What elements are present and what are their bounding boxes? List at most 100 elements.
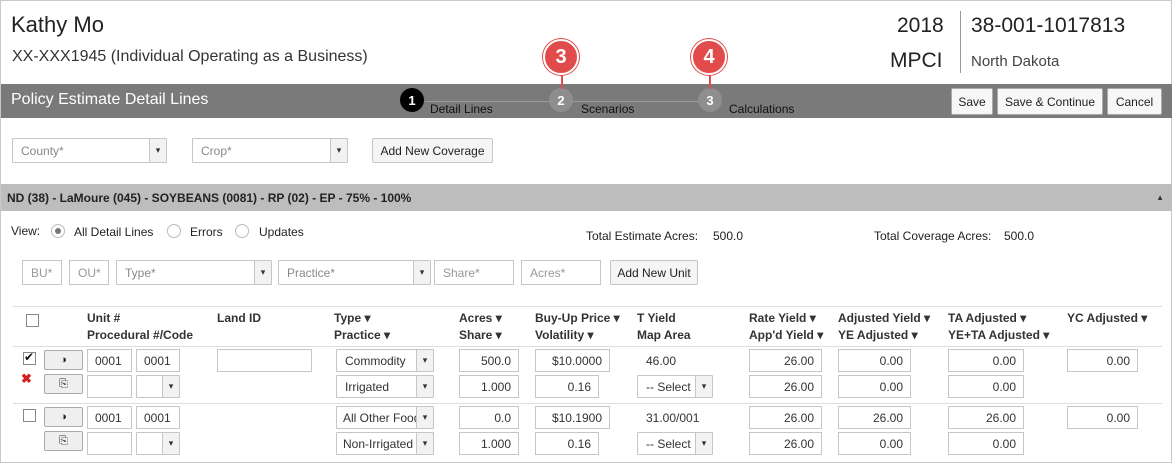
chevron-down-icon: ▾ — [254, 261, 271, 284]
unit-number-field[interactable]: 0001 — [87, 349, 132, 372]
buyup-price-field[interactable]: $10.1900 — [535, 406, 610, 429]
radio-all-detail-lines[interactable] — [51, 224, 65, 238]
bu-input[interactable]: BU* — [22, 260, 62, 285]
row-checkbox[interactable] — [23, 409, 36, 422]
collapse-icon[interactable]: ▲ — [1156, 193, 1164, 202]
chevron-down-icon: ▾ — [330, 139, 347, 162]
step-2-badge[interactable]: 2 — [549, 88, 573, 112]
step-1-label[interactable]: Detail Lines — [430, 102, 493, 116]
select-all-checkbox[interactable] — [26, 314, 39, 327]
crop-select[interactable]: Crop* ▾ — [192, 138, 348, 163]
yc-adjusted-field[interactable]: 0.00 — [1067, 349, 1138, 372]
ye-ta-adjusted-field[interactable]: 0.00 — [948, 375, 1024, 398]
col-practice[interactable]: Practice ▾ — [334, 328, 390, 342]
practice-filter-select[interactable]: Practice* ▾ — [278, 260, 431, 285]
total-estimate-value: 500.0 — [713, 229, 744, 243]
procedural-field[interactable] — [87, 375, 132, 398]
rate-yield-field[interactable]: 26.00 — [749, 406, 822, 429]
cancel-button[interactable]: Cancel — [1107, 88, 1162, 115]
ye-ta-adjusted-field[interactable]: 0.00 — [948, 432, 1024, 455]
map-area-select[interactable]: -- Select ▾ — [637, 375, 713, 398]
practice-value: Irrigated — [345, 380, 390, 394]
col-share[interactable]: Share ▾ — [459, 328, 502, 342]
customer-id-line: XX-XXX1945 (Individual Operating as a Bu… — [12, 48, 368, 65]
volatility-field[interactable]: 0.16 — [535, 375, 599, 398]
row-checkbox[interactable] — [23, 350, 36, 365]
ta-adjusted-field[interactable]: 26.00 — [948, 406, 1024, 429]
unit-number-field-2[interactable]: 0001 — [136, 349, 180, 372]
type-filter-select[interactable]: Type* ▾ — [116, 260, 272, 285]
unit-number-field-2[interactable]: 0001 — [136, 406, 180, 429]
step-3-label[interactable]: Calculations — [729, 102, 794, 116]
contrast-icon[interactable]: ◑ — [44, 350, 83, 370]
procedural-code-select[interactable]: ▾ — [136, 432, 180, 455]
land-id-field[interactable] — [217, 349, 312, 372]
type-select[interactable]: Commodity ▾ — [336, 349, 434, 372]
procedural-field[interactable] — [87, 432, 132, 455]
save-button[interactable]: Save — [951, 88, 993, 115]
acres-field[interactable]: 500.0 — [459, 349, 519, 372]
col-adjusted-yield[interactable]: Adjusted Yield ▾ — [838, 311, 930, 325]
col-rate-yield[interactable]: Rate Yield ▾ — [749, 311, 816, 325]
add-new-coverage-button[interactable]: Add New Coverage — [372, 138, 493, 163]
step-3-badge[interactable]: 3 — [698, 88, 722, 112]
chevron-down-icon: ▾ — [416, 407, 433, 428]
radio-all-label: All Detail Lines — [74, 225, 154, 239]
crop-placeholder: Crop* — [201, 144, 232, 158]
copy-icon[interactable]: ⎘ — [44, 431, 83, 451]
page-title: Policy Estimate Detail Lines — [11, 91, 209, 108]
col-buyup-price[interactable]: Buy-Up Price ▾ — [535, 311, 620, 325]
adjusted-yield-field[interactable]: 26.00 — [838, 406, 911, 429]
save-continue-button[interactable]: Save & Continue — [997, 88, 1103, 115]
buyup-price-field[interactable]: $10.0000 — [535, 349, 610, 372]
appd-yield-field[interactable]: 26.00 — [749, 432, 822, 455]
share-input[interactable]: Share* — [434, 260, 514, 285]
col-ye-adjusted[interactable]: YE Adjusted ▾ — [838, 328, 918, 342]
type-select[interactable]: All Other Food ▾ — [336, 406, 434, 429]
total-coverage-value: 500.0 — [1004, 229, 1035, 243]
share-field[interactable]: 1.000 — [459, 375, 519, 398]
appd-yield-field[interactable]: 26.00 — [749, 375, 822, 398]
adjusted-yield-field[interactable]: 0.00 — [838, 349, 911, 372]
map-area-select[interactable]: -- Select ▾ — [637, 432, 713, 455]
contrast-icon[interactable]: ◑ — [44, 407, 83, 427]
acres-input[interactable]: Acres* — [521, 260, 601, 285]
col-type[interactable]: Type ▾ — [334, 311, 370, 325]
col-ye-ta-adjusted[interactable]: YE+TA Adjusted ▾ — [948, 328, 1049, 342]
radio-errors[interactable] — [167, 224, 181, 238]
share-field[interactable]: 1.000 — [459, 432, 519, 455]
chevron-down-icon: ▾ — [162, 376, 179, 397]
policy-number: 38-001-1017813 — [971, 14, 1126, 37]
col-yc-adjusted[interactable]: YC Adjusted ▾ — [1067, 311, 1147, 325]
ta-adjusted-field[interactable]: 0.00 — [948, 349, 1024, 372]
radio-updates[interactable] — [235, 224, 249, 238]
acres-field[interactable]: 0.0 — [459, 406, 519, 429]
chevron-down-icon: ▾ — [162, 433, 179, 454]
add-new-unit-button[interactable]: Add New Unit — [610, 260, 698, 285]
unit-number-field[interactable]: 0001 — [87, 406, 132, 429]
col-map-area: Map Area — [637, 328, 691, 342]
policy-state: North Dakota — [971, 53, 1060, 70]
coverage-header[interactable]: ND (38) - LaMoure (045) - SOYBEANS (0081… — [1, 184, 1172, 211]
col-acres[interactable]: Acres ▾ — [459, 311, 502, 325]
col-volatility[interactable]: Volatility ▾ — [535, 328, 593, 342]
col-appd-yield[interactable]: App'd Yield ▾ — [749, 328, 823, 342]
col-procedural: Procedural #/Code — [87, 328, 194, 342]
ou-input[interactable]: OU* — [69, 260, 109, 285]
delete-icon[interactable]: ✖ — [21, 371, 32, 387]
practice-select[interactable]: Non-Irrigated ▾ — [336, 432, 434, 455]
step-2-label[interactable]: Scenarios — [581, 102, 634, 116]
ye-adjusted-field[interactable]: 0.00 — [838, 432, 911, 455]
procedural-code-select[interactable]: ▾ — [136, 375, 180, 398]
col-ta-adjusted[interactable]: TA Adjusted ▾ — [948, 311, 1026, 325]
practice-value: Non-Irrigated — [343, 437, 414, 451]
copy-icon[interactable]: ⎘ — [44, 374, 83, 394]
county-select[interactable]: County* ▾ — [12, 138, 167, 163]
ye-adjusted-field[interactable]: 0.00 — [838, 375, 911, 398]
volatility-field[interactable]: 0.16 — [535, 432, 599, 455]
yc-adjusted-field[interactable]: 0.00 — [1067, 406, 1138, 429]
practice-select[interactable]: Irrigated ▾ — [336, 375, 434, 398]
step-1-badge[interactable]: 1 — [400, 88, 424, 112]
map-area-value: -- Select — [646, 380, 691, 394]
rate-yield-field[interactable]: 26.00 — [749, 349, 822, 372]
